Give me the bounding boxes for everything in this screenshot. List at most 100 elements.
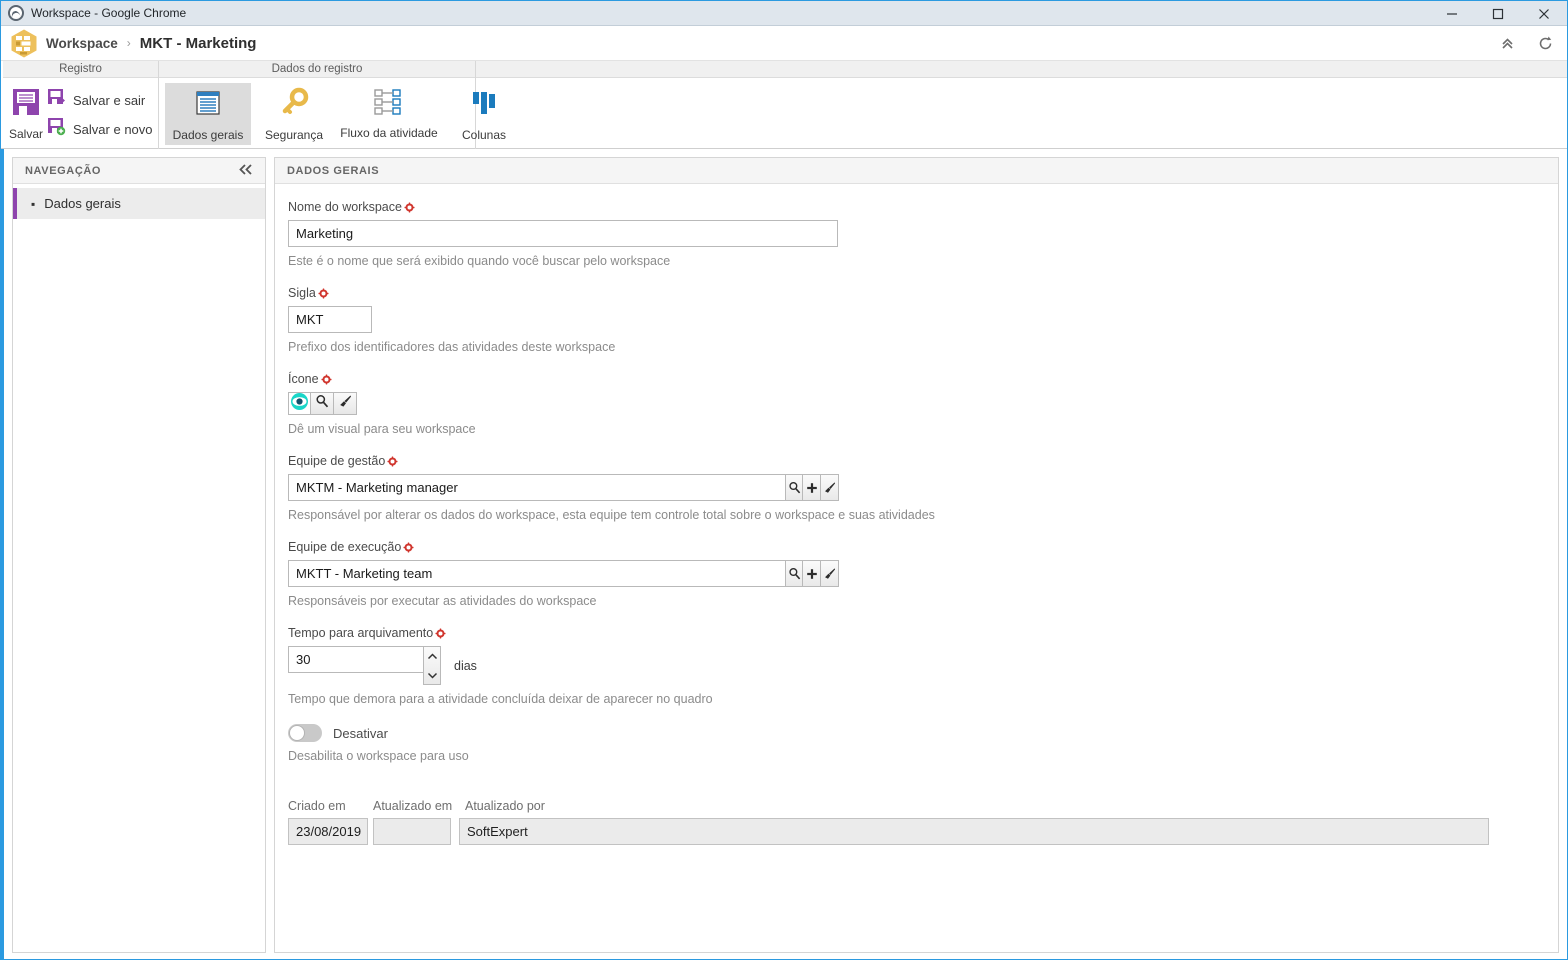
archive-time-stepper — [288, 646, 441, 685]
field-execution-team: Equipe de execução MKTT - Marketing team… — [275, 540, 1558, 608]
selected-workspace-icon-button[interactable] — [288, 392, 311, 415]
icon-picker — [288, 392, 1558, 415]
icon-search-button[interactable] — [311, 392, 334, 415]
field-management-team: Equipe de gestão MKTM - Marketing manage… — [275, 454, 1558, 522]
main-body: NAVEGAÇÃO ▪ Dados gerais DADOS GERAIS No… — [1, 149, 1567, 959]
execution-team-hint: Responsáveis por executar as atividades … — [288, 594, 597, 608]
tab-fluxo-da-atividade[interactable]: Fluxo da atividade — [337, 83, 441, 143]
acronym-label-row: Sigla — [288, 286, 1558, 300]
form-panel: DADOS GERAIS Nome do workspace Este é o … — [274, 157, 1559, 953]
required-field-icon — [403, 542, 414, 553]
navigation-panel: NAVEGAÇÃO ▪ Dados gerais — [12, 157, 266, 953]
field-icon: Ícone Dê um visual para seu workspace — [275, 372, 1558, 436]
execution-team-add-button[interactable] — [803, 560, 821, 587]
header-actions — [1493, 26, 1559, 61]
updated-at-label: Atualizado em — [373, 799, 453, 813]
tab-seguranca[interactable]: Segurança — [251, 83, 337, 145]
breadcrumb-root[interactable]: Workspace — [46, 36, 118, 51]
audit-headers: Criado em Atualizado em Atualizado por — [288, 799, 1545, 813]
management-team-row — [288, 474, 1558, 501]
management-team-clear-button[interactable] — [821, 474, 839, 501]
acronym-input[interactable] — [288, 306, 372, 333]
execution-team-label: Equipe de execução — [288, 540, 402, 554]
chevron-down-icon[interactable] — [427, 666, 438, 684]
tab-dados-gerais[interactable]: Dados gerais — [165, 83, 251, 145]
save-button[interactable]: Salvar — [9, 83, 43, 141]
management-team-input[interactable] — [288, 474, 785, 501]
ribbon-group-dados-do-registro: Dados do registro Dados gerais Segurança… — [159, 61, 506, 149]
required-field-icon — [318, 288, 329, 299]
chevron-double-up-icon[interactable] — [1493, 30, 1521, 58]
workflow-icon — [371, 87, 407, 122]
archive-time-label: Tempo para arquivamento — [288, 626, 434, 640]
management-team-search-button[interactable] — [785, 474, 803, 501]
browser-window: Workspace - Google Chrome Workspace › MK… — [0, 0, 1568, 960]
form-content: Nome do workspace Este é o nome que será… — [275, 184, 1558, 952]
floppy-disk-icon — [10, 86, 42, 123]
maximize-button[interactable] — [1475, 1, 1521, 26]
disable-toggle[interactable] — [288, 724, 322, 742]
ribbon-group-title: Registro — [3, 61, 158, 78]
chrome-globe-icon — [8, 5, 24, 21]
sidebar-item-dados-gerais[interactable]: ▪ Dados gerais — [13, 188, 265, 219]
audit-values: 23/08/2019 SoftExpert — [288, 818, 1545, 845]
navigation-panel-header: NAVEGAÇÃO — [13, 158, 265, 184]
ribbon-group-title-empty — [476, 61, 1567, 78]
form-panel-header: DADOS GERAIS — [275, 158, 1558, 184]
page-title: MKT - Marketing — [139, 34, 257, 52]
chevron-double-left-icon[interactable] — [239, 163, 253, 179]
workspace-name-input[interactable] — [288, 220, 838, 247]
archive-time-hint: Tempo que demora para a atividade conclu… — [288, 692, 713, 706]
brush-icon — [338, 394, 352, 413]
audit-section: Criado em Atualizado em Atualizado por 2… — [275, 799, 1558, 845]
workspace-hexagon-icon — [11, 29, 37, 58]
save-and-exit-label: Salvar e sair — [73, 92, 146, 108]
save-and-new-label: Salvar e novo — [73, 121, 153, 137]
required-field-icon — [435, 628, 446, 639]
field-workspace-name: Nome do workspace Este é o nome que será… — [275, 200, 1558, 268]
ribbon-toolbar: Registro Salvar Salvar e sair Salvar e n… — [1, 61, 1567, 149]
required-field-icon — [321, 374, 332, 385]
execution-team-clear-button[interactable] — [821, 560, 839, 587]
refresh-icon[interactable] — [1531, 30, 1559, 58]
save-button-label: Salvar — [9, 127, 44, 141]
toggle-knob — [289, 725, 305, 741]
chevron-up-icon[interactable] — [427, 647, 438, 665]
workspace-name-label-row: Nome do workspace — [288, 200, 1558, 214]
window-controls — [1429, 1, 1567, 26]
execution-team-search-button[interactable] — [785, 560, 803, 587]
ribbon-group-empty — [476, 61, 1567, 149]
created-at-label: Criado em — [288, 799, 346, 813]
magnifier-icon — [315, 394, 329, 413]
required-field-icon — [404, 202, 415, 213]
ribbon-group-registro: Registro Salvar Salvar e sair Salvar e n… — [3, 61, 159, 149]
close-button[interactable] — [1521, 1, 1567, 26]
window-title: Workspace - Google Chrome — [31, 6, 187, 20]
window-title-bar: Workspace - Google Chrome — [1, 1, 1567, 26]
execution-team-input[interactable] — [288, 560, 785, 587]
workspace-name-hint: Este é o nome que será exibido quando vo… — [288, 254, 671, 268]
icon-hint: Dê um visual para seu workspace — [288, 422, 476, 436]
tab-dados-gerais-label: Dados gerais — [172, 128, 244, 142]
app-header: Workspace › MKT - Marketing — [1, 26, 1567, 61]
archive-time-spinner-buttons[interactable] — [423, 646, 441, 685]
save-and-new-button[interactable]: Salvar e novo — [43, 116, 157, 142]
save-and-exit-icon — [47, 88, 66, 112]
minimize-button[interactable] — [1429, 1, 1475, 26]
workspace-name-label: Nome do workspace — [288, 200, 402, 214]
save-and-exit-button[interactable]: Salvar e sair — [43, 87, 157, 113]
breadcrumb-separator: › — [126, 36, 131, 50]
icon-clear-button[interactable] — [334, 392, 357, 415]
management-team-add-button[interactable] — [803, 474, 821, 501]
eye-icon — [290, 392, 309, 416]
disable-toggle-row: Desativar — [288, 724, 1558, 742]
field-archive-time: Tempo para arquivamento 30 dias Tempo qu… — [275, 626, 1558, 706]
save-and-new-icon — [47, 117, 66, 141]
tab-fluxo-da-atividade-label: Fluxo da atividade — [340, 126, 438, 140]
key-icon — [278, 87, 310, 124]
bullet-icon: ▪ — [31, 196, 36, 211]
archive-time-unit: dias — [454, 658, 477, 673]
field-disable-toggle: Desativar Desabilita o workspace para us… — [275, 724, 1558, 763]
archive-time-input[interactable] — [288, 646, 423, 673]
execution-team-label-row: Equipe de execução — [288, 540, 1558, 554]
